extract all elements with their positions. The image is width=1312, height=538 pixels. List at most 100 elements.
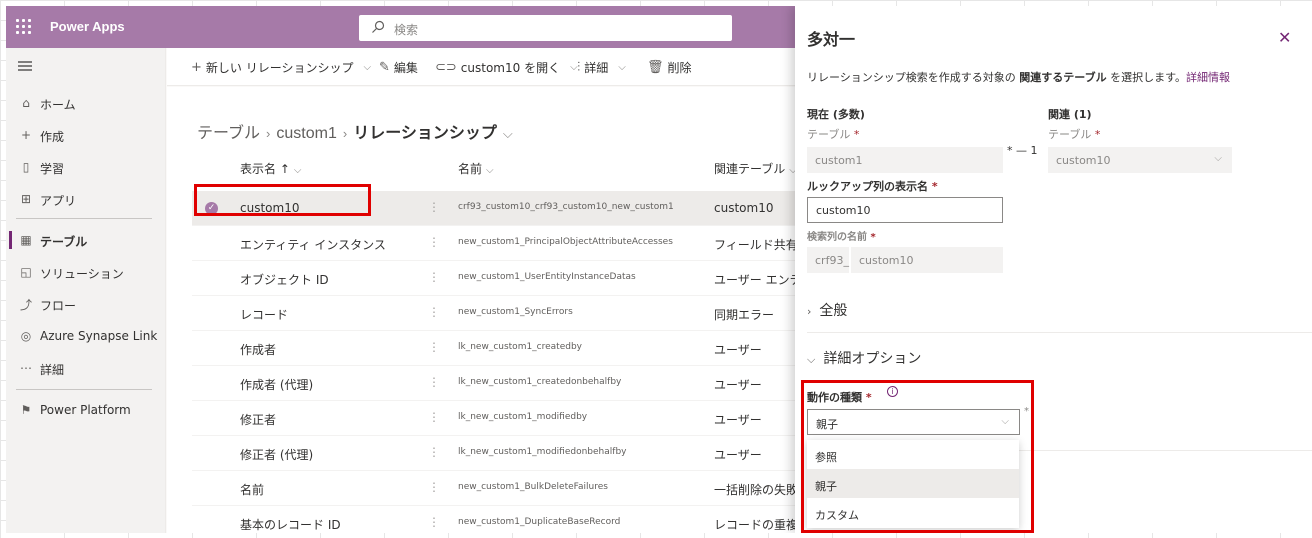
advanced-options-toggle[interactable]: ⌵ 詳細オプション (807, 348, 921, 368)
table-row[interactable]: 修正者 ⋮ lk_new_custom1_modifiedby ユーザー (192, 401, 807, 436)
related-table-value: custom10 (1056, 154, 1111, 167)
search-column-name-label: 検索列の名前 * (807, 228, 876, 243)
nav-item-learn[interactable]: ▯ 学習 (6, 152, 166, 182)
column-header-display-name[interactable]: 表示名 ↑ ⌵ (240, 160, 301, 177)
table-row[interactable]: 基本のレコード ID ⋮ new_custom1_DuplicateBaseRe… (192, 506, 807, 533)
row-related-table: レコードの重複 (714, 518, 799, 532)
row-display-name: エンティティ インスタンス (240, 238, 386, 252)
breadcrumb-tables[interactable]: テーブル (197, 125, 260, 142)
chevron-down-icon[interactable]: ⌵ (503, 126, 513, 141)
required-mark: * (931, 180, 938, 193)
more-vertical-icon[interactable]: ⋮ (428, 480, 440, 494)
app-launcher-icon[interactable] (14, 17, 34, 37)
edit-button[interactable]: ✎ 編集 (379, 58, 418, 76)
column-header-related-table[interactable]: 関連テーブル ⌵ (714, 160, 797, 177)
more-icon: ⋯ (20, 361, 32, 375)
pencil-icon: ✎ (379, 59, 390, 75)
close-icon[interactable]: ✕ (1278, 28, 1291, 47)
breadcrumb-current[interactable]: リレーションシップ (353, 125, 497, 142)
nav-item-home[interactable]: ⌂ ホーム (6, 88, 166, 118)
delete-button[interactable]: 🗑 削除 (647, 58, 692, 76)
more-vertical-icon[interactable]: ⋮ (428, 375, 440, 389)
nav-item-flows[interactable]: ⤴ フロー (6, 289, 166, 319)
search-input[interactable]: 検索 (359, 15, 732, 41)
general-section-toggle[interactable]: › 全般 (807, 300, 847, 320)
panel-title: 多対一 (807, 30, 856, 49)
table-row[interactable]: オブジェクト ID ⋮ new_custom1_UserEntityInstan… (192, 261, 807, 296)
more-vertical-icon[interactable]: ⋮ (428, 445, 440, 459)
table-row[interactable]: 名前 ⋮ new_custom1_BulkDeleteFailures 一括削除… (192, 471, 807, 506)
row-name: lk_new_custom1_modifiedby (458, 412, 588, 422)
row-related-table: ユーザー (714, 413, 762, 427)
row-display-name: 基本のレコード ID (240, 518, 341, 532)
row-name: new_custom1_PrincipalObjectAttributeAcce… (458, 237, 673, 247)
more-vertical-icon[interactable]: ⋮ (428, 515, 440, 529)
more-vertical-icon[interactable]: ⋮ (428, 200, 440, 214)
nav-divider (16, 389, 152, 390)
chevron-right-icon: › (342, 126, 348, 141)
table-row[interactable]: 作成者 (代理) ⋮ lk_new_custom1_createdonbehal… (192, 366, 807, 401)
row-related-table: custom10 (714, 201, 774, 215)
table-row[interactable]: 修正者 (代理) ⋮ lk_new_custom1_modifiedonbeha… (192, 436, 807, 471)
table-row[interactable]: エンティティ インスタンス ⋮ new_custom1_PrincipalObj… (192, 226, 807, 261)
chevron-down-icon: ⌵ (363, 61, 372, 73)
left-navigation: ⌂ ホーム + 作成 ▯ 学習 ⊞ アプリ ▦ テーブル ◱ ソリューション ⤴… (6, 48, 166, 533)
flow-icon: ⤴ (19, 297, 32, 312)
section-divider (1019, 450, 1312, 451)
more-vertical-icon[interactable]: ⋮ (428, 410, 440, 424)
nav-item-solutions[interactable]: ◱ ソリューション (6, 257, 166, 287)
row-display-name: 作成者 (代理) (240, 378, 314, 392)
nav-item-tables[interactable]: ▦ テーブル (6, 225, 166, 255)
learn-more-link[interactable]: 詳細情報 (1186, 71, 1230, 84)
current-table-label: テーブル * (807, 126, 859, 142)
more-vertical-icon[interactable]: ⋮ (428, 270, 440, 284)
nav-label: 詳細 (40, 363, 65, 377)
more-vertical-icon[interactable]: ⋮ (428, 235, 440, 249)
nav-item-power-platform[interactable]: ⚑ Power Platform (6, 395, 166, 425)
open-table-button[interactable]: ⊂⊃ custom10 を開く ⌵ (435, 58, 578, 76)
new-relationship-button[interactable]: + 新しい リレーションシップ ⌵ (191, 58, 371, 76)
search-icon (372, 20, 385, 33)
highlight-box-selected-row (194, 184, 371, 216)
row-display-name: オブジェクト ID (240, 273, 329, 287)
row-display-name: 修正者 (240, 413, 277, 427)
description-text: を選択します。 (1106, 71, 1187, 84)
app-title[interactable]: Power Apps (50, 19, 125, 34)
table-row[interactable]: レコード ⋮ new_custom1_SyncErrors 同期エラー (192, 296, 807, 331)
delete-label: 削除 (667, 60, 692, 75)
table-row[interactable]: 作成者 ⋮ lk_new_custom1_createdby ユーザー (192, 331, 807, 366)
row-related-table: 同期エラー (714, 308, 775, 322)
nav-item-apps[interactable]: ⊞ アプリ (6, 184, 166, 214)
highlight-box-behavior-type (801, 380, 1034, 533)
label-text: テーブル (1048, 128, 1092, 141)
column-header-name[interactable]: 名前 ⌵ (458, 160, 494, 177)
home-icon: ⌂ (22, 96, 30, 110)
breadcrumb-table[interactable]: custom1 (276, 125, 336, 142)
current-table-field: custom1 (807, 147, 1003, 173)
nav-item-create[interactable]: + 作成 (6, 120, 166, 150)
required-mark: * (870, 232, 876, 243)
more-vertical-icon[interactable]: ⋮ (428, 305, 440, 319)
table-icon: ▦ (20, 233, 32, 247)
plus-icon: + (191, 59, 202, 75)
chevron-down-icon: ⌵ (618, 61, 626, 73)
hamburger-menu-icon[interactable] (18, 60, 32, 72)
details-button[interactable]: ⫶ 詳細 ⌵ (577, 58, 626, 76)
description-text: リレーションシップ検索を作成する対象の (807, 71, 1020, 84)
power-platform-icon: ⚑ (20, 403, 32, 417)
chevron-right-icon: › (807, 305, 812, 318)
nav-label: 作成 (40, 130, 65, 144)
row-name: lk_new_custom1_createdonbehalfby (458, 377, 622, 387)
link-icon: ⊂⊃ (435, 59, 457, 75)
synapse-icon: ◎ (20, 329, 32, 343)
solution-icon: ◱ (20, 265, 32, 279)
row-display-name: 修正者 (代理) (240, 448, 314, 462)
nav-item-azure-synapse-link[interactable]: ◎ Azure Synapse Link (6, 321, 166, 351)
lookup-column-input[interactable]: custom10 (807, 197, 1003, 223)
panel-description: リレーションシップ検索を作成する対象の 関連するテーブル を選択します。詳細情報 (807, 69, 1230, 85)
nav-item-more[interactable]: ⋯ 詳細 (6, 353, 166, 383)
more-vertical-icon[interactable]: ⋮ (428, 340, 440, 354)
nav-divider (16, 218, 152, 219)
nav-label: 学習 (40, 162, 65, 176)
trash-icon: 🗑 (647, 59, 664, 75)
